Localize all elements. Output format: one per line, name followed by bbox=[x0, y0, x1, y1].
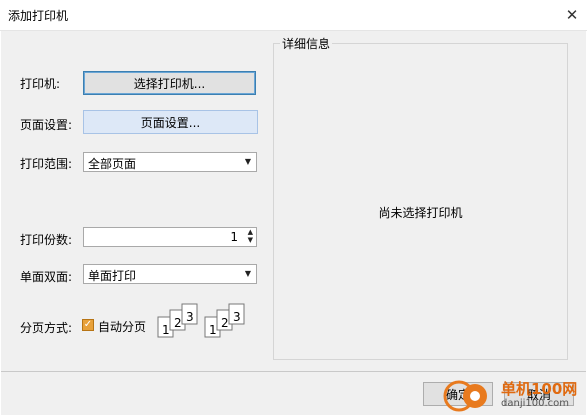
duplex-select[interactable]: 单面打印 ▼ bbox=[83, 264, 257, 284]
printer-status-text: 尚未选择打印机 bbox=[378, 206, 463, 220]
spin-down-icon[interactable]: ▼ bbox=[248, 236, 253, 244]
duplex-value: 单面打印 bbox=[88, 269, 137, 283]
collate-a-digit-1: 1 bbox=[162, 323, 170, 337]
copies-label: 打印份数: bbox=[20, 233, 73, 247]
select-printer-button[interactable]: 选择打印机... bbox=[83, 71, 256, 95]
page-setup-button-label: 页面设置... bbox=[140, 115, 201, 130]
print-range-label: 打印范围: bbox=[20, 157, 73, 171]
title-bar: 添加打印机 ✕ bbox=[0, 0, 587, 31]
site-watermark: 单机100网 danji100.com bbox=[441, 378, 586, 414]
print-range-value: 全部页面 bbox=[88, 157, 137, 171]
page-setup-button[interactable]: 页面设置... bbox=[83, 110, 258, 134]
collate-a-digit-3: 3 bbox=[186, 310, 194, 324]
details-legend: 详细信息 bbox=[280, 35, 333, 52]
select-printer-button-label: 选择打印机... bbox=[133, 76, 206, 91]
duplex-label: 单面双面: bbox=[20, 270, 73, 284]
details-group: 详细信息 尚未选择打印机 bbox=[273, 35, 568, 360]
page-setup-label: 页面设置: bbox=[20, 118, 73, 132]
window-title: 添加打印机 bbox=[8, 9, 69, 23]
collate-b-digit-2: 2 bbox=[221, 316, 229, 330]
chevron-down-icon: ▼ bbox=[244, 157, 251, 166]
collate-label: 分页方式: bbox=[20, 321, 73, 335]
copies-value: 1 bbox=[230, 230, 238, 244]
collated-pages-icon: 1 2 3 bbox=[157, 303, 198, 338]
print-range-select[interactable]: 全部页面 ▼ bbox=[83, 152, 257, 172]
dialog-body: 打印机: 选择打印机... 页面设置: 页面设置... 打印范围: 全部页面 ▼… bbox=[1, 31, 586, 415]
footer-divider bbox=[1, 371, 586, 372]
collated-pages-icon: 1 2 3 bbox=[204, 303, 245, 338]
close-icon[interactable]: ✕ bbox=[557, 0, 587, 30]
watermark-logo-icon bbox=[443, 380, 487, 412]
copies-spinner[interactable]: 1 ▲ ▼ bbox=[83, 227, 257, 247]
auto-collate-label: 自动分页 bbox=[98, 320, 147, 334]
collate-a-digit-2: 2 bbox=[174, 316, 182, 330]
auto-collate-checkbox[interactable]: ✓ bbox=[82, 319, 94, 331]
printer-label: 打印机: bbox=[20, 77, 61, 91]
collate-b-digit-1: 1 bbox=[209, 323, 217, 337]
watermark-name: 单机100网 bbox=[501, 380, 578, 398]
spin-up-icon[interactable]: ▲ bbox=[248, 228, 253, 236]
chevron-down-icon: ▼ bbox=[244, 269, 251, 278]
collate-b-digit-3: 3 bbox=[233, 310, 241, 324]
watermark-url: danji100.com bbox=[501, 398, 569, 409]
